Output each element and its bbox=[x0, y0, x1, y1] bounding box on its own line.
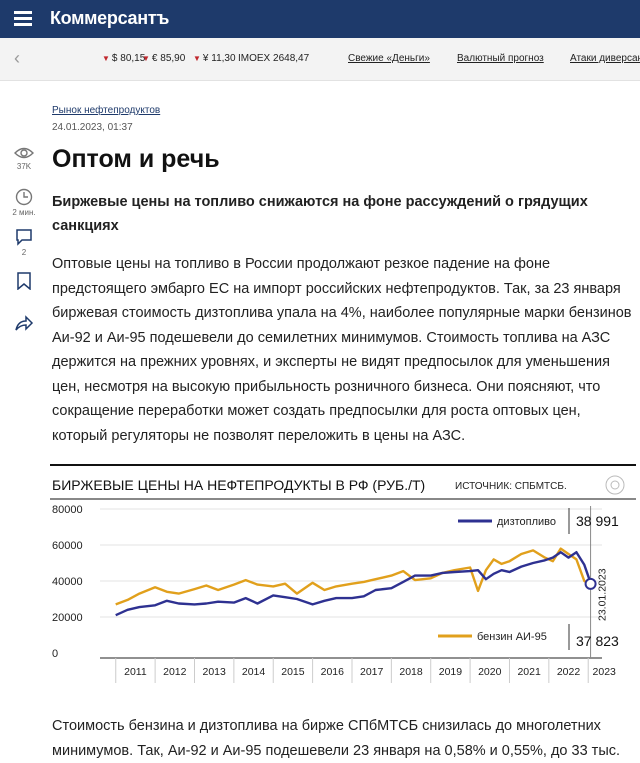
menu-icon[interactable] bbox=[14, 11, 32, 27]
site-logo[interactable]: Коммерсантъ bbox=[50, 8, 169, 29]
chart-source: ИСТОЧНИК: СПБМТСБ. bbox=[455, 481, 567, 492]
clock-icon bbox=[15, 188, 33, 206]
chart-badge-icon bbox=[605, 475, 625, 495]
x-tick-label: 2020 bbox=[478, 666, 502, 678]
legend-label-diesel: дизтопливо bbox=[497, 516, 556, 528]
x-tick-label: 2014 bbox=[242, 666, 266, 678]
share-icon[interactable] bbox=[14, 314, 34, 332]
legend-label-gasoline: бензин АИ-95 bbox=[477, 631, 547, 643]
x-tick-label: 2018 bbox=[399, 666, 423, 678]
eye-icon bbox=[14, 147, 34, 159]
top-header: Коммерсантъ bbox=[0, 0, 640, 38]
eur-rate[interactable]: ▼ € 85,90 bbox=[142, 53, 185, 64]
bookmark-button[interactable] bbox=[12, 272, 36, 292]
cny-rate[interactable]: ▼ ¥ 11,30 bbox=[193, 53, 236, 64]
share-button[interactable] bbox=[12, 314, 36, 334]
fuel-price-chart: БИРЖЕВЫЕ ЦЕНЫ НА НЕФТЕПРОДУКТЫ В РФ (РУБ… bbox=[50, 464, 636, 683]
views-count: 37K bbox=[16, 162, 32, 171]
views-counter: 37K bbox=[12, 146, 36, 171]
x-tick-label: 2017 bbox=[360, 666, 384, 678]
x-tick-label: 2022 bbox=[557, 666, 581, 678]
read-time-value: 2 мин. bbox=[12, 208, 36, 217]
imoex-index[interactable]: IMOEX 2648,47 bbox=[238, 53, 309, 64]
x-tick-label: 2015 bbox=[281, 666, 305, 678]
comment-icon[interactable] bbox=[15, 228, 33, 246]
x-tick-label: 2019 bbox=[439, 666, 463, 678]
y-tick-label: 40000 bbox=[52, 576, 83, 588]
x-tick-label: 2011 bbox=[124, 666, 147, 678]
article-paragraph-1: Оптовые цены на топливо в России продолж… bbox=[52, 256, 632, 444]
ticker-link-attacks[interactable]: Атаки диверсан bbox=[570, 53, 640, 64]
x-axis: 2011 2012 2013 2014 2015 2016 2017 2018 2019 2020… bbox=[100, 657, 617, 683]
x-tick-label: 2021 bbox=[517, 666, 541, 678]
end-value-diesel: 38 991 bbox=[576, 513, 619, 529]
x-tick-label: 2012 bbox=[163, 666, 187, 678]
ticker-link-dengi[interactable]: Свежие «Деньги» bbox=[348, 53, 430, 64]
article-subtitle: Биржевые цены на топливо снижаются на фо… bbox=[52, 194, 588, 234]
usd-rate[interactable]: ▼ $ 80,15 bbox=[102, 53, 145, 64]
article-paragraph-2: Стоимость бензина и дизтоплива на бирже … bbox=[52, 718, 621, 759]
article-rubric[interactable]: Рынок нефтепродуктов bbox=[52, 105, 160, 116]
y-tick-label: 60000 bbox=[52, 540, 83, 552]
end-date-label: 23.01.2023 bbox=[597, 568, 609, 621]
article-date: 24.01.2023, 01:37 bbox=[52, 122, 133, 133]
y-tick-label: 0 bbox=[52, 648, 58, 660]
x-tick-label: 2023 bbox=[593, 666, 617, 678]
chart-title: БИРЖЕВЫЕ ЦЕНЫ НА НЕФТЕПРОДУКТЫ В РФ (РУБ… bbox=[52, 477, 425, 493]
series-line-gasoline bbox=[115, 547, 592, 606]
bookmark-icon[interactable] bbox=[16, 272, 32, 291]
x-tick-label: 2016 bbox=[321, 666, 345, 678]
y-tick-label: 20000 bbox=[52, 612, 83, 624]
x-tick-label: 2013 bbox=[203, 666, 227, 678]
page-title: Оптом и речь bbox=[52, 145, 220, 173]
ticker-link-forecast[interactable]: Валютный прогноз bbox=[457, 53, 544, 64]
comments-counter[interactable]: 2 bbox=[12, 228, 36, 257]
y-axis: 80000 60000 40000 20000 0 bbox=[52, 504, 83, 660]
y-tick-label: 80000 bbox=[52, 504, 83, 516]
end-value-gasoline: 37 823 bbox=[576, 633, 619, 649]
end-point-marker bbox=[584, 577, 597, 590]
comments-count: 2 bbox=[21, 248, 27, 257]
chevron-left-icon[interactable]: ‹ bbox=[14, 49, 20, 67]
read-time: 2 мин. bbox=[12, 188, 36, 217]
currency-ticker: ‹ ▼ $ 80,15 ▼ € 85,90 ▼ ¥ 11,30 IMOEX 2648,… bbox=[0, 38, 640, 81]
